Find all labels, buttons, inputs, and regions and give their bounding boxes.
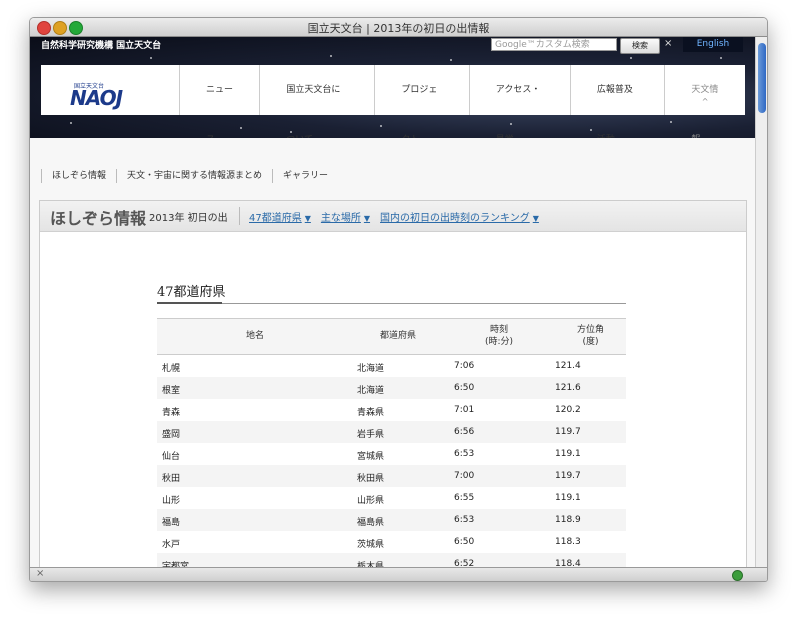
nav-item-about[interactable]: 国立天文台について xyxy=(259,65,374,138)
cell-prefecture: 北海道 xyxy=(357,386,385,396)
status-indicator-icon xyxy=(732,570,743,581)
subnav-item-resources[interactable]: 天文・宇宙に関する情報源まとめ xyxy=(116,169,272,183)
cell-azimuth: 119.7 xyxy=(555,471,581,481)
nav-item-astro-info[interactable]: 天文情報 ^ xyxy=(664,65,745,138)
header-prefecture: 都道府県 xyxy=(379,331,416,341)
triangle-down-icon: ▼ xyxy=(363,214,371,223)
cell-place: 盛岡 xyxy=(162,430,181,440)
subnav-item-hoshizora[interactable]: ほしぞら情報 xyxy=(41,169,116,183)
panel-logo: ほしぞら情報 xyxy=(50,209,147,228)
divider xyxy=(239,207,240,225)
cell-prefecture: 宮城県 xyxy=(357,452,385,462)
cell-azimuth: 120.2 xyxy=(555,405,581,415)
cell-azimuth: 118.3 xyxy=(555,537,581,547)
page-content: 自然科学研究機構 国立天文台 Google™カスタム検索 検索 × Englis… xyxy=(30,37,755,567)
scrollbar-thumb[interactable] xyxy=(758,43,766,113)
cell-place: 福島 xyxy=(162,518,181,528)
cell-place: 水戸 xyxy=(162,540,181,550)
panel-header: ほしぞら情報 2013年 初日の出 47都道府県 ▼ 主な場所 ▼ 国内の初日の出時… xyxy=(40,201,746,232)
cell-azimuth: 119.7 xyxy=(555,427,581,437)
table-row: 山形 山形県 6:55 119.1 xyxy=(157,487,626,509)
cell-azimuth: 121.4 xyxy=(555,361,581,371)
cell-time: 6:56 xyxy=(454,427,475,437)
table-row: 盛岡 岩手県 6:56 119.7 xyxy=(157,421,626,443)
vertical-scrollbar[interactable] xyxy=(755,37,767,567)
cell-time: 6:52 xyxy=(454,559,475,567)
cell-place: 根室 xyxy=(162,386,181,396)
cell-prefecture: 青森県 xyxy=(357,408,385,418)
triangle-down-icon: ▼ xyxy=(532,214,539,223)
cell-time: 7:00 xyxy=(454,471,475,481)
english-button[interactable]: English xyxy=(683,37,743,52)
cell-prefecture: 山形県 xyxy=(357,496,385,506)
cell-time: 6:50 xyxy=(454,537,475,547)
cell-place: 札幌 xyxy=(162,364,181,374)
section-title: 47都道府県 xyxy=(157,285,226,300)
table-row: 福島 福島県 6:53 118.9 xyxy=(157,509,626,531)
table-row: 秋田 秋田県 7:00 119.7 xyxy=(157,465,626,487)
cell-place: 青森 xyxy=(162,408,181,418)
cell-prefecture: 北海道 xyxy=(357,364,385,374)
cell-prefecture: 岩手県 xyxy=(357,430,385,440)
cell-azimuth: 119.1 xyxy=(555,449,581,459)
header-place: 地名 xyxy=(245,331,264,341)
window-title: 国立天文台 | 2013年の初日の出情報 xyxy=(307,22,490,35)
status-bar: × xyxy=(30,567,767,581)
link-main-places[interactable]: 主な場所 ▼ xyxy=(321,209,370,224)
section-divider-accent xyxy=(157,302,222,304)
cell-place: 仙台 xyxy=(162,452,181,462)
table-header: 地名 都道府県 時刻 (時:分) 方位角 (度) xyxy=(157,318,626,355)
status-close-icon[interactable]: × xyxy=(36,568,44,579)
cell-azimuth: 118.4 xyxy=(555,559,581,567)
table-row: 札幌 北海道 7:06 121.4 xyxy=(157,355,626,377)
cell-azimuth: 121.6 xyxy=(555,383,581,393)
nav-item-astro-info-label: 天文情報 xyxy=(691,85,719,138)
cell-time: 6:53 xyxy=(454,515,475,525)
table-row: 水戸 茨城県 6:50 118.3 xyxy=(157,531,626,553)
triangle-down-icon: ▼ xyxy=(304,214,311,223)
section-divider xyxy=(157,303,626,304)
cell-prefecture: 秋田県 xyxy=(357,474,385,484)
page-title: 2013年 初日の出 xyxy=(149,213,228,224)
header-azimuth: 方位角 (度) xyxy=(576,325,604,347)
cell-time: 7:01 xyxy=(454,405,475,415)
naoj-logo[interactable]: 国立天文台 NAOJ xyxy=(70,81,150,110)
title-bar[interactable]: 国立天文台 | 2013年の初日の出情報 xyxy=(30,18,767,37)
subnav-item-gallery[interactable]: ギャラリー xyxy=(272,169,338,183)
search-button[interactable]: 検索 xyxy=(620,38,660,54)
cell-time: 6:55 xyxy=(454,493,475,503)
table-row: 仙台 宮城県 6:53 119.1 xyxy=(157,443,626,465)
cell-time: 7:06 xyxy=(454,361,475,371)
search-input[interactable]: Google™カスタム検索 xyxy=(491,38,617,51)
link-ranking[interactable]: 国内の初日の出時刻のランキング ▼ xyxy=(380,209,539,224)
caret-up-icon: ^ xyxy=(701,97,709,106)
sunrise-table: 地名 都道府県 時刻 (時:分) 方位角 (度) 札幌 北海道 7:06 121.4 根室北… xyxy=(157,318,626,567)
table-row: 青森 青森県 7:01 120.2 xyxy=(157,399,626,421)
browser-window: 国立天文台 | 2013年の初日の出情報 自然科学研究機構 国立天文台 Goog… xyxy=(29,17,768,582)
nav-item-projects[interactable]: プロジェクト xyxy=(374,65,468,138)
cell-prefecture: 茨城県 xyxy=(357,540,385,550)
cell-azimuth: 118.9 xyxy=(555,515,581,525)
table-row: 宇都宮 栃木県 6:52 118.4 xyxy=(157,553,626,567)
org-name-link[interactable]: 自然科学研究機構 国立天文台 xyxy=(41,38,161,51)
cell-prefecture: 福島県 xyxy=(357,518,385,528)
cell-place: 山形 xyxy=(162,496,181,506)
cell-time: 6:50 xyxy=(454,383,475,393)
link-47-prefectures[interactable]: 47都道府県 ▼ xyxy=(249,209,311,224)
header-banner: 自然科学研究機構 国立天文台 Google™カスタム検索 検索 × Englis… xyxy=(30,37,755,138)
cell-place: 宇都宮 xyxy=(162,562,190,567)
cell-prefecture: 栃木県 xyxy=(357,562,385,567)
nav-item-news[interactable]: ニュース xyxy=(179,65,259,138)
search-clear-icon[interactable]: × xyxy=(664,38,672,49)
nav-item-access[interactable]: アクセス・見学 xyxy=(468,65,570,138)
nav-item-outreach[interactable]: 広報普及活動 xyxy=(569,65,664,138)
cell-place: 秋田 xyxy=(162,474,181,484)
header-time: 時刻 (時:分) xyxy=(484,325,514,347)
main-nav: 国立天文台 NAOJ ニュース 国立天文台について プロジェクト アクセス・見学… xyxy=(41,65,745,138)
sub-nav: ほしぞら情報 天文・宇宙に関する情報源まとめ ギャラリー xyxy=(41,169,338,183)
table-row: 根室 北海道 6:50 121.6 xyxy=(157,377,626,399)
logo-text: NAOJ xyxy=(70,86,123,110)
cell-azimuth: 119.1 xyxy=(555,493,581,503)
cell-time: 6:53 xyxy=(454,449,475,459)
